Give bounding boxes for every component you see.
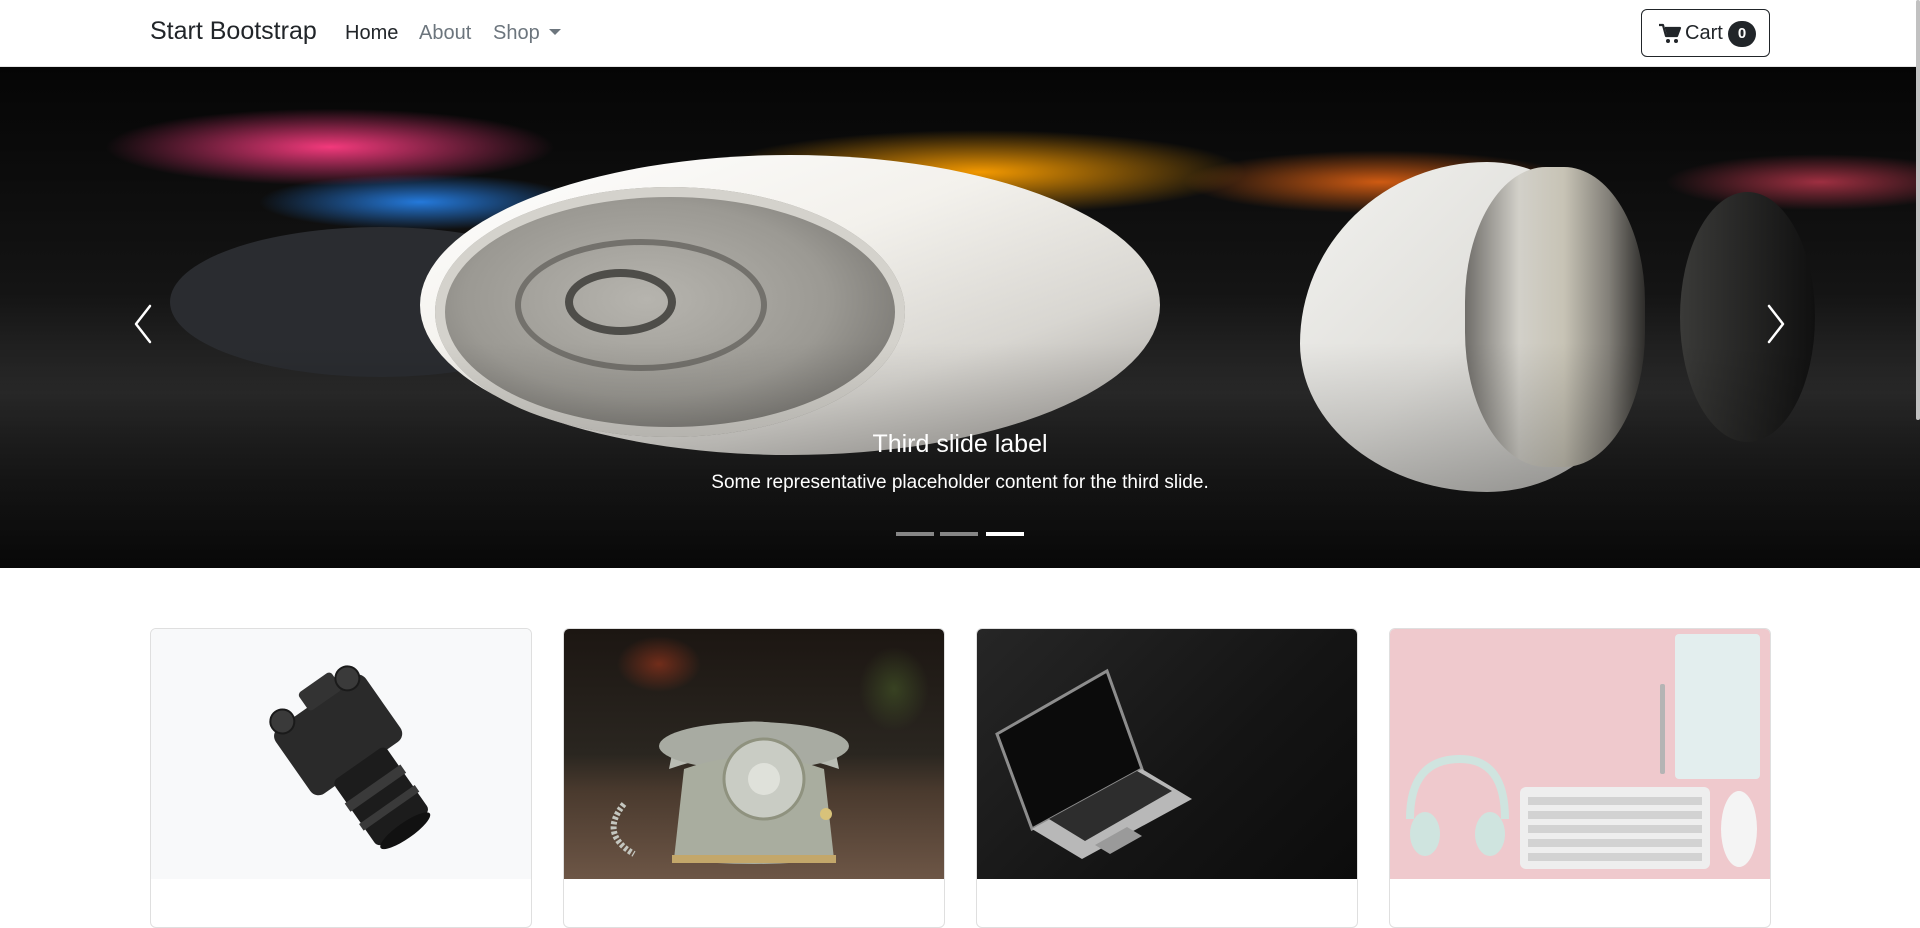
- desk-setup-illustration: [1406, 634, 1760, 869]
- cart-label: Cart: [1685, 22, 1723, 44]
- product-image-camera: [151, 629, 531, 879]
- nav-shop-label: Shop: [493, 22, 540, 44]
- product-card-desk-setup[interactable]: [1389, 628, 1771, 928]
- navbar: Start Bootstrap Home About Shop Cart 0: [0, 0, 1920, 67]
- product-image-desk-setup: [1390, 629, 1770, 879]
- page-scrollbar[interactable]: [1916, 0, 1920, 420]
- product-image-laptop: [977, 629, 1357, 879]
- camera-illustration: [269, 665, 431, 850]
- cart-icon: [1658, 23, 1682, 51]
- carousel-indicator-2[interactable]: [940, 532, 978, 536]
- caret-down-icon: [548, 29, 561, 35]
- cart-count-badge: 0: [1728, 21, 1756, 47]
- chevron-right-icon: [1767, 304, 1785, 344]
- brand-link[interactable]: Start Bootstrap: [150, 17, 317, 46]
- nav-about-link[interactable]: About: [419, 22, 471, 45]
- carousel-next-button[interactable]: [1755, 299, 1795, 349]
- chevron-left-icon: [134, 304, 152, 344]
- product-card-laptop[interactable]: [976, 628, 1358, 928]
- product-card-camera[interactable]: [150, 628, 532, 928]
- hero-carousel: Third slide label Some representative pl…: [0, 67, 1920, 568]
- laptop-illustration: [995, 668, 1192, 859]
- carousel-caption-text: Some representative placeholder content …: [711, 472, 1209, 493]
- product-image-telephone: [564, 629, 944, 879]
- cart-button[interactable]: Cart 0: [1641, 9, 1770, 57]
- carousel-indicator-3[interactable]: [986, 532, 1024, 536]
- carousel-indicator-1[interactable]: [896, 532, 934, 536]
- carousel-caption-title: Third slide label: [872, 430, 1048, 458]
- product-card-telephone[interactable]: [563, 628, 945, 928]
- nav-home-link[interactable]: Home: [345, 22, 398, 45]
- telephone-illustration: [610, 721, 849, 864]
- carousel-prev-button[interactable]: [124, 299, 164, 349]
- nav-shop-dropdown[interactable]: Shop: [493, 22, 561, 45]
